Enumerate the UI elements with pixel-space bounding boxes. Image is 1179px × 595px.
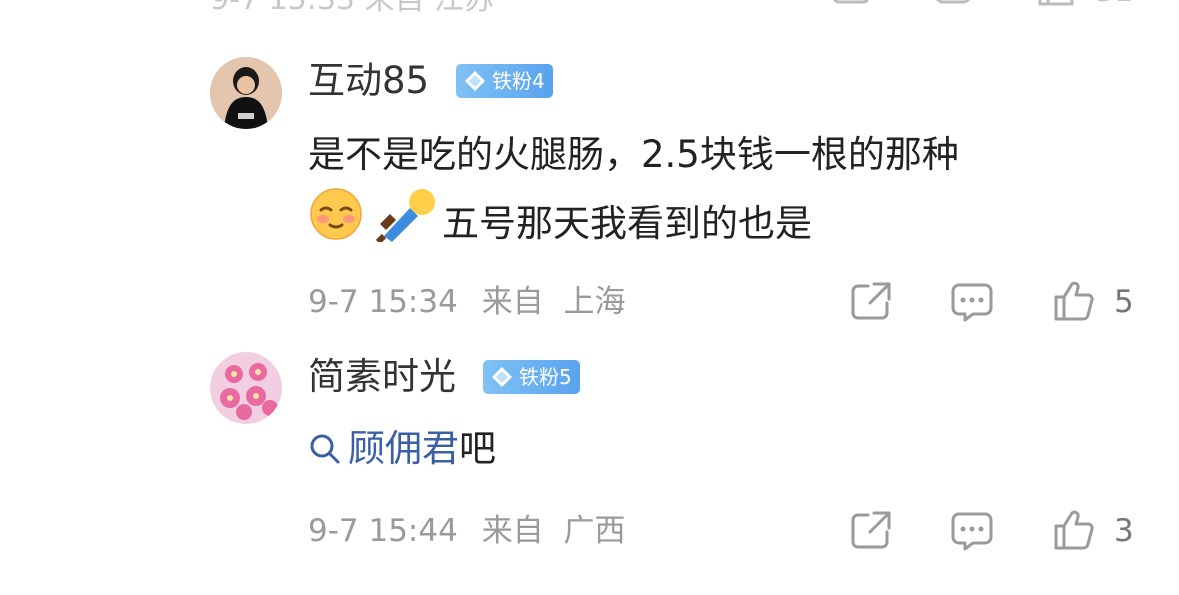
username[interactable]: 互动85 — [308, 58, 429, 104]
from-label: 来自 — [481, 513, 544, 549]
reply-button[interactable] — [951, 282, 993, 326]
like-count: 5 — [1114, 284, 1134, 320]
previous-like-count: 31 — [1095, 0, 1133, 9]
avatar[interactable] — [210, 57, 282, 129]
comment-icon — [951, 283, 993, 322]
diamond-icon — [492, 367, 512, 387]
share-button[interactable] — [850, 510, 892, 554]
username[interactable]: 简素时光 — [308, 354, 456, 400]
badge-label: 铁粉4 — [492, 69, 545, 93]
previous-comment-meta: 9-7 15:33 来自 江苏 — [210, 0, 494, 18]
comment-time: 9-7 15:44 — [308, 513, 458, 549]
search-icon — [310, 434, 340, 464]
share-icon[interactable] — [832, 0, 872, 16]
comment-icon[interactable] — [934, 0, 974, 16]
search-link[interactable]: 顾佣君 — [308, 418, 459, 480]
from-label: 来自 — [481, 284, 544, 320]
diamond-icon — [465, 71, 485, 91]
comment-time: 9-7 15:34 — [308, 284, 458, 320]
share-icon — [851, 511, 891, 549]
comment-text-line-2-row: 五号那天我看到的也是 — [308, 186, 812, 261]
thumbs-up-icon — [1054, 281, 1094, 321]
badge-label: 铁粉5 — [519, 365, 572, 389]
search-term: 顾佣君 — [348, 427, 459, 470]
thumbs-up-icon — [1054, 510, 1094, 550]
comment-text-row: 顾佣君 吧 — [308, 418, 496, 480]
comment-text-line-2: 五号那天我看到的也是 — [442, 201, 812, 245]
blush-emoji-icon — [308, 186, 364, 261]
like-button[interactable] — [1053, 509, 1095, 555]
comment-text-suffix: 吧 — [459, 427, 496, 470]
comment-meta: 9-7 15:44 来自 广西 — [308, 511, 626, 551]
comment-location: 广西 — [563, 513, 626, 549]
share-button[interactable] — [850, 281, 892, 325]
comment-text-line-1: 是不是吃的火腿肠，2.5块钱一根的那种 — [308, 133, 959, 176]
comment-meta: 9-7 15:34 来自 上海 — [308, 282, 626, 322]
comment-icon — [951, 512, 993, 551]
fan-badge[interactable]: 铁粉5 — [483, 360, 580, 394]
fan-badge[interactable]: 铁粉4 — [456, 64, 553, 98]
previous-comment-footer: 9-7 15:33 来自 江苏 31 — [0, 0, 1179, 17]
lying-flat-emoji-icon — [375, 186, 438, 261]
like-icon[interactable] — [1036, 0, 1076, 16]
avatar[interactable] — [210, 352, 282, 424]
reply-button[interactable] — [951, 511, 993, 555]
like-count: 3 — [1114, 513, 1134, 549]
comment-location: 上海 — [563, 284, 626, 320]
like-button[interactable] — [1053, 280, 1095, 326]
share-icon — [851, 282, 891, 320]
